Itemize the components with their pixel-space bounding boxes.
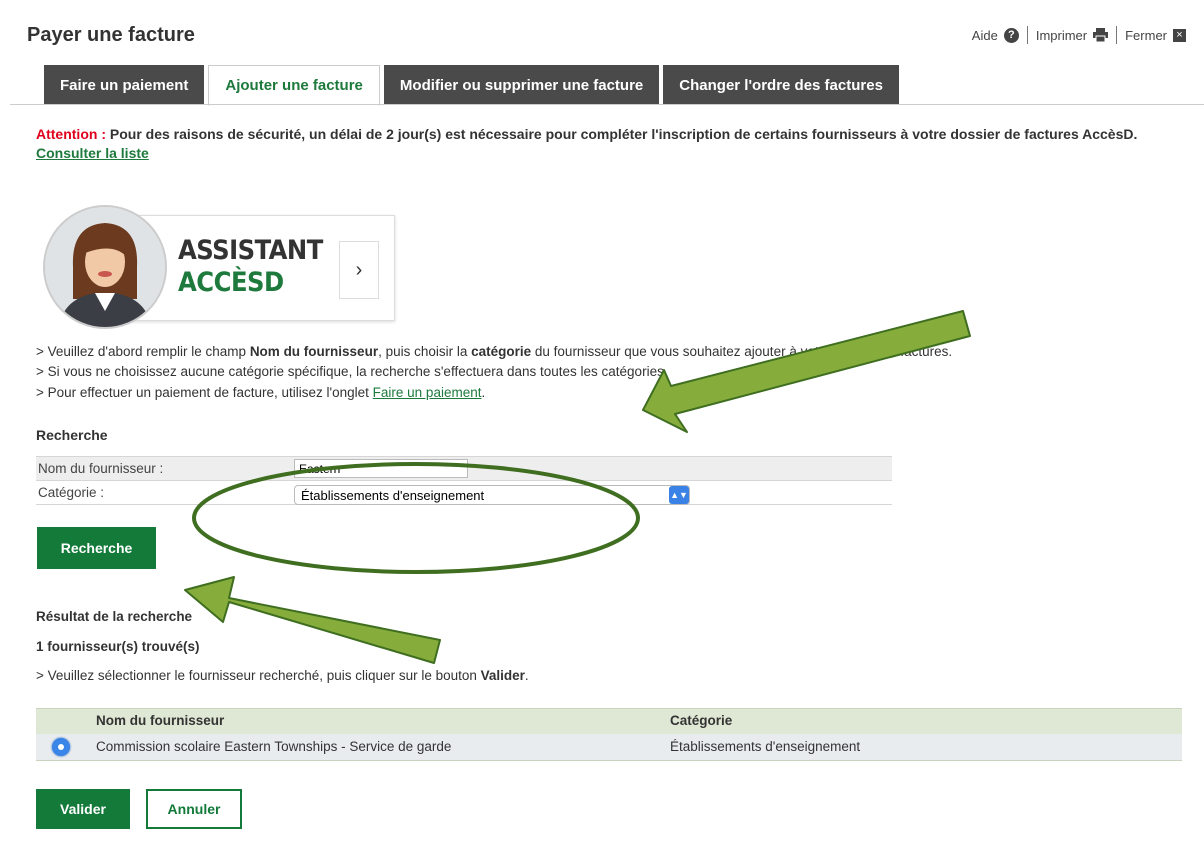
tab-bar: Faire un paiement Ajouter une facture Mo… bbox=[44, 65, 899, 106]
category-label: Catégorie : bbox=[38, 485, 105, 500]
tab-faire-un-paiement[interactable]: Faire un paiement bbox=[44, 65, 205, 105]
assistant-subtitle: ACCÈSD bbox=[178, 267, 284, 298]
close-icon: × bbox=[1173, 28, 1186, 42]
search-form: Nom du fournisseur : Catégorie : Établis… bbox=[36, 456, 892, 505]
instr1-part: > Veuillez d'abord remplir le champ bbox=[36, 344, 250, 359]
top-links: Aide ? Imprimer Fermer × bbox=[964, 26, 1194, 44]
help-icon: ? bbox=[1003, 27, 1019, 43]
chevron-right-icon[interactable]: › bbox=[339, 241, 379, 299]
instr1-part: du fournisseur que vous souhaitez ajoute… bbox=[531, 344, 953, 359]
instr3-part: > Pour effectuer un paiement de facture,… bbox=[36, 385, 373, 400]
results-instr-bold: Valider bbox=[480, 668, 525, 683]
close-label: Fermer bbox=[1125, 27, 1167, 43]
help-label: Aide bbox=[971, 27, 998, 43]
results-table: Nom du fournisseur Catégorie Commission … bbox=[36, 708, 1182, 761]
attention-label: Attention : bbox=[36, 126, 106, 142]
instr1-bold: Nom du fournisseur bbox=[249, 344, 379, 359]
instr3-part: . bbox=[481, 385, 486, 400]
close-link[interactable]: Fermer × bbox=[1117, 28, 1194, 43]
category-select[interactable]: Établissements d'enseignement ▲▼ bbox=[294, 485, 690, 505]
results-instruction: > Veuillez sélectionner le fournisseur r… bbox=[36, 668, 529, 683]
faire-un-paiement-link[interactable]: Faire un paiement bbox=[373, 385, 482, 400]
tab-modifier-ou-supprimer[interactable]: Modifier ou supprimer une facture bbox=[383, 65, 660, 105]
assistant-title: ASSISTANT bbox=[178, 235, 323, 266]
instr1-part: , puis choisir la bbox=[378, 344, 472, 359]
results-header-row: Nom du fournisseur Catégorie bbox=[36, 708, 1182, 734]
search-heading: Recherche bbox=[36, 427, 108, 443]
annotation-arrow-lower bbox=[184, 576, 441, 664]
supplier-name-row: Nom du fournisseur : bbox=[36, 456, 892, 480]
instr1-bold: catégorie bbox=[471, 344, 532, 359]
validate-button[interactable]: Valider bbox=[36, 789, 130, 829]
tab-changer-ordre[interactable]: Changer l'ordre des factures bbox=[663, 65, 899, 105]
consult-list-link[interactable]: Consulter la liste bbox=[36, 145, 149, 161]
print-link[interactable]: Imprimer bbox=[1028, 28, 1116, 43]
select-arrows-icon: ▲▼ bbox=[669, 486, 689, 504]
assistant-avatar bbox=[43, 205, 167, 329]
supplier-name-label: Nom du fournisseur : bbox=[38, 461, 164, 476]
page-title: Payer une facture bbox=[27, 24, 195, 46]
annotation-arrow-upper bbox=[642, 310, 971, 433]
assistant-banner[interactable]: ASSISTANT ACCÈSD › bbox=[43, 205, 395, 329]
tab-underline bbox=[10, 104, 1204, 105]
printer-icon bbox=[1093, 28, 1109, 42]
instruction-line-1: > Veuillez d'abord remplir le champ Nom … bbox=[36, 344, 952, 359]
column-header-supplier: Nom du fournisseur bbox=[96, 713, 225, 728]
cancel-button[interactable]: Annuler bbox=[146, 789, 242, 829]
supplier-name-input[interactable] bbox=[294, 459, 468, 478]
table-row[interactable]: Commission scolaire Eastern Townships - … bbox=[36, 734, 1182, 761]
print-label: Imprimer bbox=[1035, 27, 1088, 43]
radio-selected-icon[interactable] bbox=[52, 738, 70, 756]
search-button[interactable]: Recherche bbox=[37, 527, 156, 569]
help-link[interactable]: Aide ? bbox=[964, 27, 1027, 43]
results-instr-part: . bbox=[524, 668, 529, 683]
category-select-value: Établissements d'enseignement bbox=[301, 488, 485, 503]
results-count: 1 fournisseur(s) trouvé(s) bbox=[36, 639, 200, 654]
result-supplier-name: Commission scolaire Eastern Townships - … bbox=[96, 739, 452, 754]
column-header-category: Catégorie bbox=[670, 713, 733, 728]
attention-text: Pour des raisons de sécurité, un délai d… bbox=[105, 126, 1138, 142]
category-row: Catégorie : Établissements d'enseignemen… bbox=[36, 480, 892, 505]
results-instr-part: > Veuillez sélectionner le fournisseur r… bbox=[36, 668, 481, 683]
results-heading: Résultat de la recherche bbox=[36, 609, 193, 624]
tab-ajouter-une-facture[interactable]: Ajouter une facture bbox=[208, 65, 380, 106]
result-category: Établissements d'enseignement bbox=[670, 739, 861, 754]
instruction-line-3: > Pour effectuer un paiement de facture,… bbox=[36, 385, 485, 400]
instruction-line-2: > Si vous ne choisissez aucune catégorie… bbox=[36, 364, 668, 379]
attention-notice: Attention : Pour des raisons de sécurité… bbox=[36, 125, 1196, 163]
